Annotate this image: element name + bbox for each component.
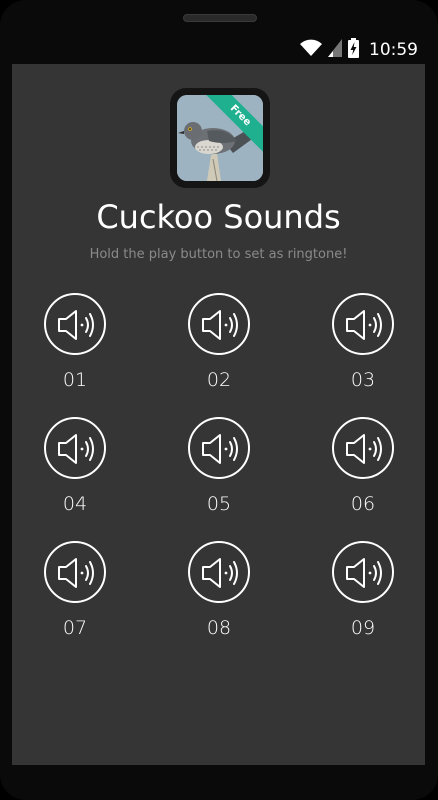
- play-button-03[interactable]: [332, 293, 394, 355]
- sound-item-02: 02: [169, 293, 269, 391]
- speaker-icon: [346, 558, 382, 588]
- free-ribbon: Free: [205, 95, 263, 153]
- speaker-icon: [202, 310, 238, 340]
- sound-label: 05: [206, 493, 232, 515]
- sound-label: 09: [350, 617, 376, 639]
- sound-label: 08: [206, 617, 232, 639]
- speaker-icon: [202, 434, 238, 464]
- app-title: Cuckoo Sounds: [96, 198, 341, 236]
- speaker-icon: [58, 434, 94, 464]
- sound-item-01: 01: [25, 293, 125, 391]
- app-logo: Free: [170, 88, 270, 188]
- app-subtitle: Hold the play button to set as ringtone!: [89, 247, 348, 262]
- play-button-04[interactable]: [44, 417, 106, 479]
- phone-frame: 10:59 Free Cuckoo Sounds Hold the play b…: [0, 0, 438, 800]
- speaker-icon: [346, 310, 382, 340]
- play-button-05[interactable]: [188, 417, 250, 479]
- sound-label: 02: [206, 369, 232, 391]
- speaker-icon: [346, 434, 382, 464]
- status-bar: 10:59: [300, 38, 418, 62]
- sound-item-05: 05: [169, 417, 269, 515]
- sound-item-09: 09: [313, 541, 413, 639]
- sound-label: 06: [350, 493, 376, 515]
- signal-icon: [328, 39, 342, 61]
- sound-item-08: 08: [169, 541, 269, 639]
- bottom-bezel: [12, 765, 425, 775]
- sound-label: 03: [350, 369, 376, 391]
- sound-item-04: 04: [25, 417, 125, 515]
- play-button-06[interactable]: [332, 417, 394, 479]
- sound-label: 07: [62, 617, 88, 639]
- wifi-icon: [300, 39, 322, 61]
- sound-item-06: 06: [313, 417, 413, 515]
- play-button-07[interactable]: [44, 541, 106, 603]
- battery-charging-icon: [348, 38, 359, 62]
- free-badge: Free: [205, 95, 263, 153]
- status-time: 10:59: [369, 40, 418, 60]
- speaker-icon: [58, 310, 94, 340]
- sound-label: 04: [62, 493, 88, 515]
- sound-label: 01: [62, 369, 88, 391]
- cuckoo-bird-image: Free: [177, 95, 263, 181]
- sound-item-03: 03: [313, 293, 413, 391]
- sound-item-07: 07: [25, 541, 125, 639]
- earpiece-speaker: [183, 14, 257, 22]
- speaker-icon: [202, 558, 238, 588]
- app-screen: Free Cuckoo Sounds Hold the play button …: [12, 64, 425, 765]
- play-button-09[interactable]: [332, 541, 394, 603]
- play-button-02[interactable]: [188, 293, 250, 355]
- play-button-08[interactable]: [188, 541, 250, 603]
- play-button-01[interactable]: [44, 293, 106, 355]
- speaker-icon: [58, 558, 94, 588]
